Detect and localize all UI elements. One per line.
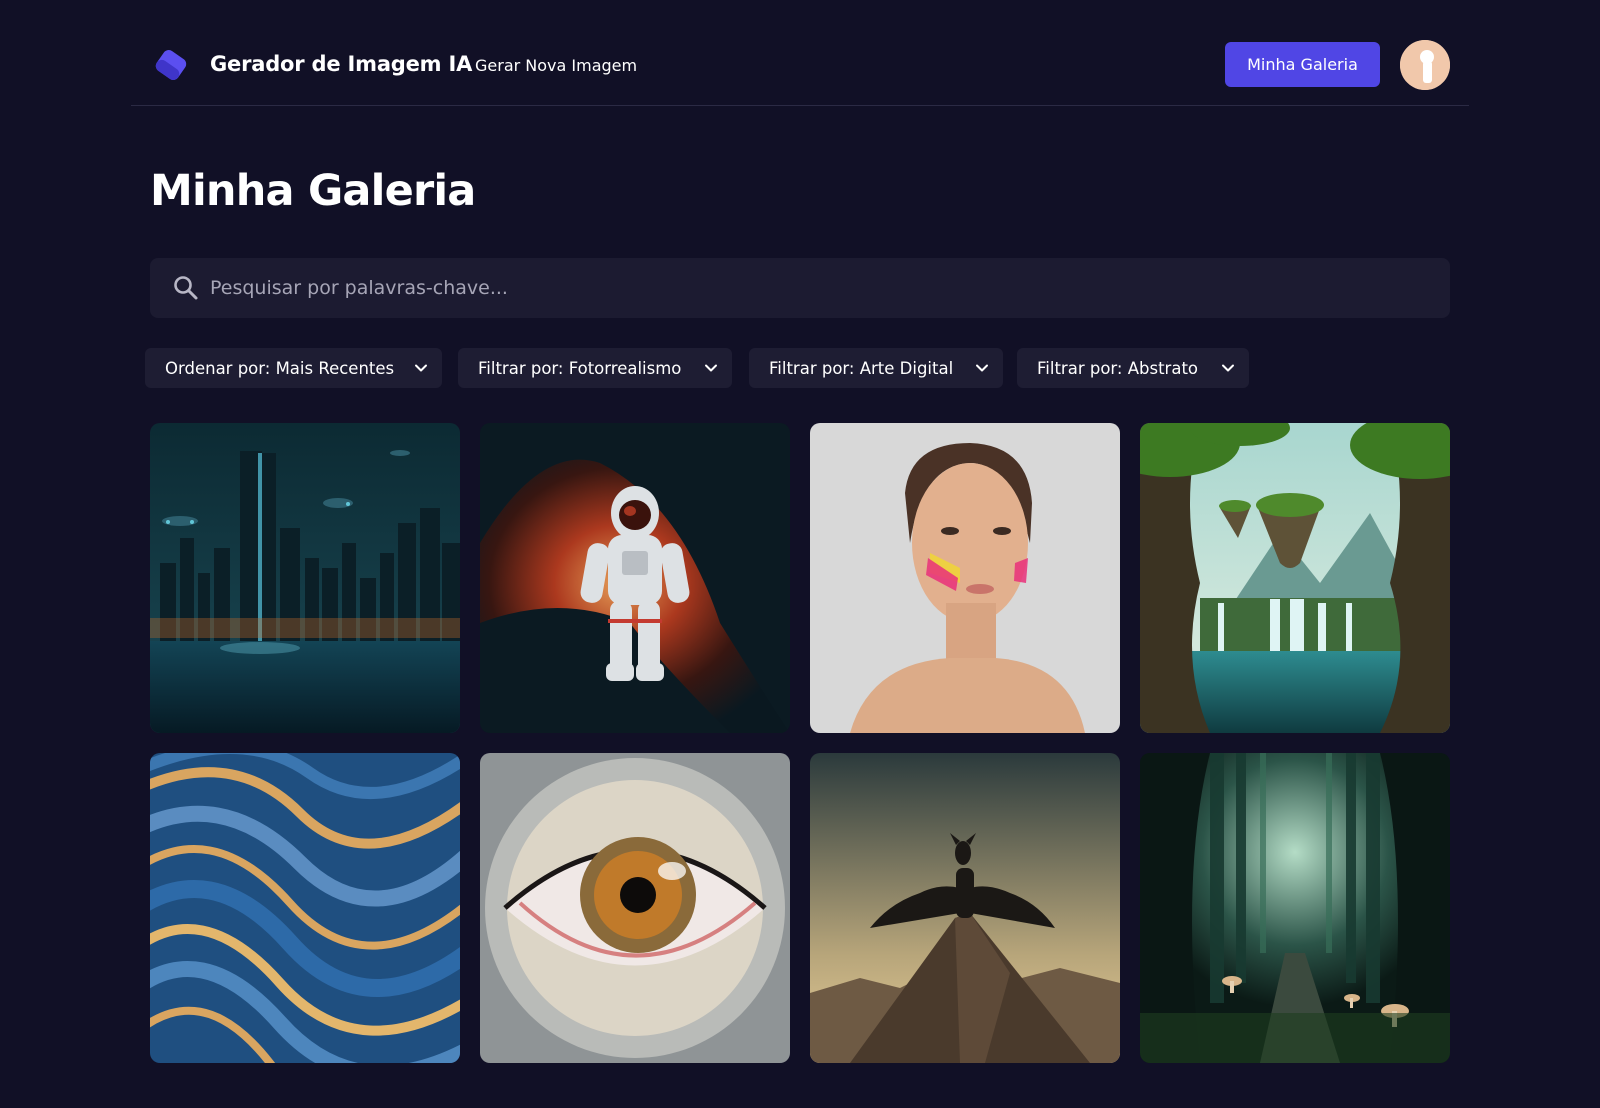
sort-dropdown-label: Ordenar por: Mais Recentes [165,358,395,378]
nav-generate-new-image[interactable]: Gerar Nova Imagem [475,56,637,75]
filter-abstract-label: Filtrar por: Abstrato [1037,358,1199,378]
search-input[interactable] [210,258,1430,318]
filter-photorealism-label: Filtrar por: Fotorrealismo [478,358,682,378]
gallery-image-misty-forest[interactable] [1140,753,1450,1063]
page-title: Minha Galeria [150,166,476,216]
filter-digital-art-label: Filtrar por: Arte Digital [769,358,954,378]
gallery-image-astronaut[interactable] [480,423,790,733]
logo-icon[interactable] [151,45,191,85]
filter-digital-art-dropdown[interactable]: Filtrar por: Arte Digital [749,348,1003,388]
chevron-down-icon [415,364,427,372]
gallery-image-dragon-mountain[interactable] [810,753,1120,1063]
search-bar [150,258,1450,318]
chevron-down-icon [705,364,717,372]
app-title[interactable]: Gerador de Imagem IA [210,52,472,76]
search-icon [172,274,200,302]
avatar[interactable] [1400,40,1450,90]
gallery-grid [150,423,1450,1063]
header: Gerador de Imagem IA Gerar Nova Imagem M… [131,28,1469,106]
gallery-image-floating-islands[interactable] [1140,423,1450,733]
filter-abstract-dropdown[interactable]: Filtrar por: Abstrato [1017,348,1249,388]
gallery-image-abstract-waves[interactable] [150,753,460,1063]
sort-dropdown[interactable]: Ordenar por: Mais Recentes [145,348,442,388]
gallery-image-mechanical-eye[interactable] [480,753,790,1063]
gallery-image-futuristic-city[interactable] [150,423,460,733]
my-gallery-button[interactable]: Minha Galeria [1225,42,1380,87]
gallery-image-portrait[interactable] [810,423,1120,733]
chevron-down-icon [976,364,988,372]
filter-photorealism-dropdown[interactable]: Filtrar por: Fotorrealismo [458,348,732,388]
chevron-down-icon [1222,364,1234,372]
